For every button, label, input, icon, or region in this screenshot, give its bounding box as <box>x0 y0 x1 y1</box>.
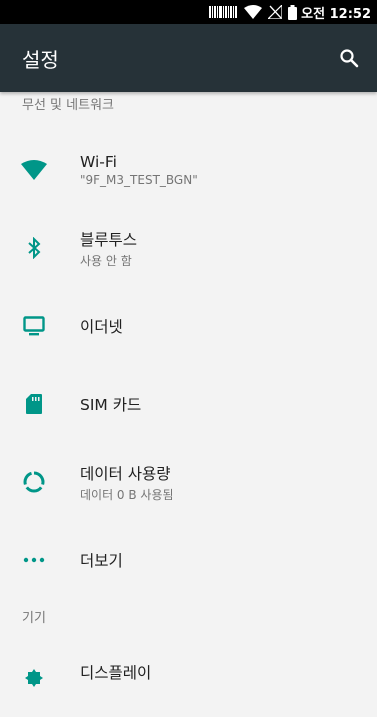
page-title: 설정 <box>22 47 59 72</box>
settings-item-data-usage[interactable]: 데이터 사용량 데이터 0 B 사용됨 <box>0 443 377 521</box>
more-dots-icon <box>0 557 80 563</box>
settings-item-summary: "9F_M3_TEST_BGN" <box>80 173 198 187</box>
settings-item-ethernet[interactable]: 이더넷 <box>0 287 377 365</box>
settings-item-title: 디스플레이 <box>80 664 152 682</box>
settings-item-title: 블루투스 <box>80 230 138 249</box>
settings-item-summary: 데이터 0 B 사용됨 <box>80 487 174 502</box>
data-usage-icon <box>0 471 80 493</box>
settings-item-title: 이더넷 <box>80 318 123 336</box>
bluetooth-icon <box>0 237 80 259</box>
sim-card-icon <box>0 394 80 414</box>
settings-item-display[interactable]: 디스플레이 <box>0 639 377 717</box>
settings-item-bluetooth[interactable]: 블루투스 사용 안 함 <box>0 209 377 287</box>
settings-list: 무선 및 네트워크 Wi-Fi "9F_M3_TEST_BGN" 블루투스 사용… <box>0 92 377 717</box>
display-gear-icon <box>0 661 80 687</box>
section-header-device: 기기 <box>22 611 46 626</box>
barcode-icon <box>208 5 239 19</box>
no-sim-icon <box>268 5 283 19</box>
settings-item-summary: 사용 안 함 <box>80 253 132 268</box>
clock: 오전 12:52 <box>301 6 371 22</box>
settings-item-wifi[interactable]: Wi-Fi "9F_M3_TEST_BGN" <box>0 131 377 209</box>
settings-item-title: 더보기 <box>80 552 123 570</box>
settings-item-title: Wi-Fi <box>80 153 117 171</box>
battery-icon <box>288 4 298 20</box>
wifi-signal-icon <box>244 5 263 19</box>
settings-item-title: SIM 카드 <box>80 396 142 414</box>
settings-item-sim-cards[interactable]: SIM 카드 <box>0 365 377 443</box>
section-header-wireless: 무선 및 네트워크 <box>22 98 114 113</box>
status-bar: 오전 12:52 <box>0 0 377 24</box>
wifi-icon <box>0 160 80 180</box>
app-bar: 설정 <box>0 24 377 92</box>
monitor-icon <box>0 316 80 336</box>
settings-item-title: 데이터 사용량 <box>80 464 171 483</box>
settings-item-more[interactable]: 더보기 <box>0 521 377 599</box>
search-icon[interactable] <box>335 44 363 72</box>
